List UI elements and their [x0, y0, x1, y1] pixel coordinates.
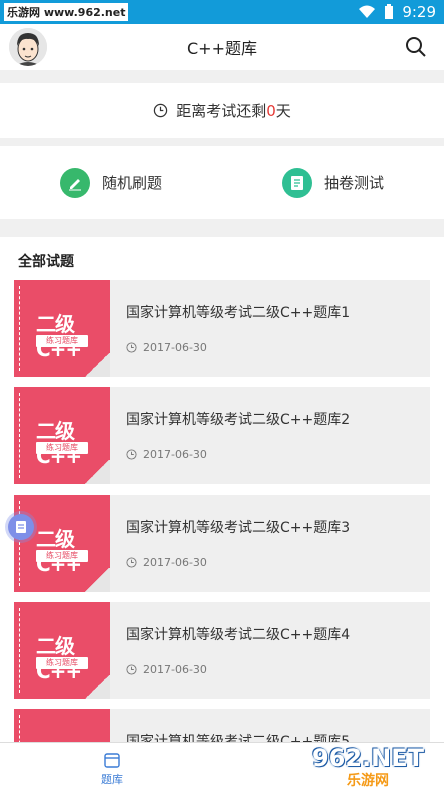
countdown-days: 0 [266, 102, 276, 120]
list-item[interactable]: 二级C++ 练习题库 国家计算机等级考试二级C++题库1 2017-06-30 [14, 280, 430, 377]
bank-thumbnail: 二级C++ 练习题库 [14, 602, 110, 699]
brand-watermark: 962.NET 乐游网 [298, 743, 438, 789]
clock-icon [154, 103, 168, 118]
thumb-tag: 练习题库 [36, 442, 88, 454]
quick-actions: 随机刷题 抽卷测试 [0, 146, 444, 219]
item-date: 2017-06-30 [126, 663, 350, 676]
thumb-tag: 练习题库 [36, 550, 88, 562]
clock-icon [126, 342, 137, 353]
list-item[interactable]: 二级C++ 练习题库 国家计算机等级考试二级C++题库4 2017-06-30 [14, 602, 430, 699]
random-practice-button[interactable]: 随机刷题 [0, 146, 222, 219]
status-bar: 乐游网 www.962.net 9:29 [0, 0, 444, 24]
watermark-text: 乐游网 www.962.net [4, 3, 129, 21]
item-title: 国家计算机等级考试二级C++题库2 [126, 412, 351, 428]
app-bar: C++题库 [0, 24, 444, 70]
item-date: 2017-06-30 [126, 341, 350, 354]
clock-icon [126, 664, 137, 675]
exam-countdown: 距离考试还剩0天 [0, 83, 444, 138]
avatar[interactable] [9, 28, 47, 66]
status-icons: 9:29 [358, 3, 436, 21]
floating-assist-button[interactable] [8, 514, 34, 540]
brand-top: 962.NET [311, 743, 425, 772]
item-date: 2017-06-30 [126, 556, 350, 569]
item-title: 国家计算机等级考试二级C++题库1 [126, 305, 351, 321]
bank-thumbnail: 二级C++ 练习题库 [14, 280, 110, 377]
page-title: C++题库 [187, 39, 257, 58]
list-item[interactable]: 二级C++ 练习题库 国家计算机等级考试二级C++题库2 2017-06-30 [14, 387, 430, 484]
tab-label: 题库 [101, 773, 123, 786]
wifi-icon [359, 5, 376, 18]
clock-icon [126, 557, 137, 568]
item-title: 国家计算机等级考试二级C++题库3 [126, 520, 351, 536]
document-icon [281, 167, 312, 198]
pencil-icon [59, 167, 90, 198]
countdown-text: 距离考试还剩0天 [176, 102, 291, 120]
avatar-face-icon [9, 28, 47, 66]
list-item[interactable]: 二级C++ 练习题库 国家计算机等级考试二级C++题库3 2017-06-30 [14, 495, 430, 592]
notes-icon [16, 521, 26, 533]
random-practice-label: 随机刷题 [101, 174, 162, 192]
bottom-nav: 题库 962.NET 乐游网 [0, 742, 444, 789]
section-title: 全部试题 [18, 254, 74, 270]
clock-time: 9:29 [402, 3, 436, 21]
battery-icon [385, 4, 394, 19]
item-title: 国家计算机等级考试二级C++题库5 [126, 734, 351, 742]
thumb-tag: 练习题库 [36, 335, 88, 347]
thumb-tag: 练习题库 [36, 657, 88, 669]
bank-thumbnail: 二级C++ 练习题库 [14, 387, 110, 484]
list-item[interactable]: 二级C++ 国家计算机等级考试二级C++题库5 [14, 709, 430, 742]
question-bank-icon [104, 753, 120, 768]
clock-icon [126, 449, 137, 460]
bank-thumbnail: 二级C++ 练习题库 [14, 495, 110, 592]
paper-test-label: 抽卷测试 [323, 174, 384, 192]
paper-test-button[interactable]: 抽卷测试 [222, 146, 444, 219]
item-date: 2017-06-30 [126, 448, 350, 461]
question-bank-list: 全部试题 二级C++ 练习题库 国家计算机等级考试二级C++题库1 2017-0… [0, 237, 444, 742]
brand-bottom: 乐游网 [347, 772, 389, 789]
search-icon[interactable] [404, 35, 428, 59]
bank-thumbnail: 二级C++ [14, 709, 110, 742]
tab-question-bank[interactable]: 题库 [90, 751, 134, 787]
item-title: 国家计算机等级考试二级C++题库4 [126, 627, 351, 643]
